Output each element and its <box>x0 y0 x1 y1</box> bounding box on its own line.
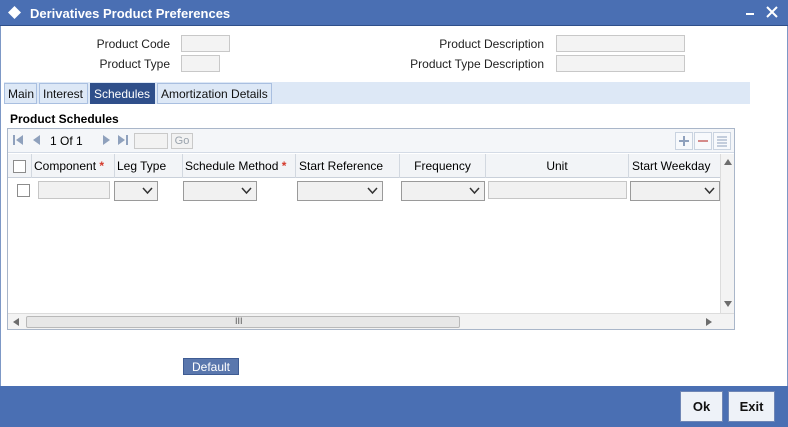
chevron-down-icon <box>367 187 378 195</box>
chevron-down-icon <box>469 187 480 195</box>
scroll-up-icon[interactable] <box>724 159 732 165</box>
column-header-component[interactable]: Component * <box>32 154 115 178</box>
column-header-start-weekday[interactable]: Start Weekday <box>629 154 720 178</box>
single-view-button[interactable] <box>713 132 731 150</box>
frequency-select[interactable] <box>401 181 485 201</box>
delete-row-button[interactable] <box>694 132 712 150</box>
go-button[interactable]: Go <box>171 133 193 149</box>
select-all-checkbox[interactable] <box>13 160 26 173</box>
plus-icon <box>679 136 689 146</box>
section-title: Product Schedules <box>10 112 119 126</box>
first-page-icon[interactable] <box>13 134 23 146</box>
column-header-leg-type[interactable]: Leg Type <box>115 154 183 178</box>
minus-icon <box>698 140 708 142</box>
select-all-column <box>8 154 32 178</box>
default-button[interactable]: Default <box>183 358 239 375</box>
close-icon[interactable] <box>764 4 780 20</box>
horizontal-scrollbar[interactable]: III <box>8 313 734 329</box>
grid-pager: 1 Of 1 Go <box>8 129 734 153</box>
column-header-unit[interactable]: Unit <box>486 154 629 178</box>
minimize-icon[interactable] <box>742 4 758 20</box>
scroll-grip: III <box>235 316 243 326</box>
product-type-description-label: Product Type Description <box>410 57 544 71</box>
exit-button[interactable]: Exit <box>728 391 775 422</box>
previous-page-icon[interactable] <box>32 134 42 146</box>
tab-strip: Main Interest Schedules Amortization Det… <box>4 82 750 104</box>
chevron-down-icon <box>142 187 153 195</box>
leg-type-select[interactable] <box>114 181 158 201</box>
horizontal-scroll-thumb[interactable]: III <box>26 316 460 328</box>
start-reference-select[interactable] <box>297 181 383 201</box>
schedules-grid: 1 Of 1 Go Component * Leg Type Schedule … <box>7 128 735 330</box>
tab-interest[interactable]: Interest <box>39 83 88 104</box>
column-header-schedule-method[interactable]: Schedule Method * <box>183 154 296 178</box>
product-type-field[interactable] <box>181 55 220 72</box>
scroll-left-icon[interactable] <box>13 318 19 326</box>
product-description-field[interactable] <box>556 35 685 52</box>
product-type-description-field[interactable] <box>556 55 685 72</box>
grid-header: Component * Leg Type Schedule Method * S… <box>8 154 720 178</box>
vertical-scrollbar[interactable] <box>720 154 734 313</box>
window-titlebar: Derivatives Product Preferences <box>0 0 788 26</box>
scroll-down-icon[interactable] <box>724 301 732 307</box>
diamond-icon <box>8 6 21 19</box>
page-indicator: 1 Of 1 <box>50 134 83 148</box>
column-header-frequency[interactable]: Frequency <box>400 154 486 178</box>
scroll-right-icon[interactable] <box>706 318 712 326</box>
unit-input[interactable] <box>488 181 627 199</box>
product-type-label: Product Type <box>99 57 171 71</box>
ok-button[interactable]: Ok <box>680 391 723 422</box>
component-input[interactable] <box>38 181 110 199</box>
row-checkbox[interactable] <box>17 184 30 197</box>
required-marker: * <box>99 159 105 173</box>
next-page-icon[interactable] <box>101 134 111 146</box>
product-description-label: Product Description <box>439 37 544 51</box>
window-title: Derivatives Product Preferences <box>30 6 231 21</box>
table-row <box>8 178 720 202</box>
product-code-label: Product Code <box>96 37 170 51</box>
footer-bar: Ok Exit <box>0 386 788 427</box>
product-code-field[interactable] <box>181 35 230 52</box>
page-number-input[interactable] <box>134 133 168 149</box>
chevron-down-icon <box>241 187 252 195</box>
schedule-method-select[interactable] <box>183 181 257 201</box>
tab-amortization-details[interactable]: Amortization Details <box>157 83 272 104</box>
tab-schedules[interactable]: Schedules <box>90 83 155 104</box>
add-row-button[interactable] <box>675 132 693 150</box>
last-page-icon[interactable] <box>118 134 128 146</box>
chevron-down-icon <box>704 187 715 195</box>
list-icon <box>717 136 727 147</box>
start-weekday-select[interactable] <box>630 181 720 201</box>
tab-main[interactable]: Main <box>4 83 37 104</box>
column-header-start-reference[interactable]: Start Reference <box>296 154 400 178</box>
required-marker: * <box>281 159 287 173</box>
